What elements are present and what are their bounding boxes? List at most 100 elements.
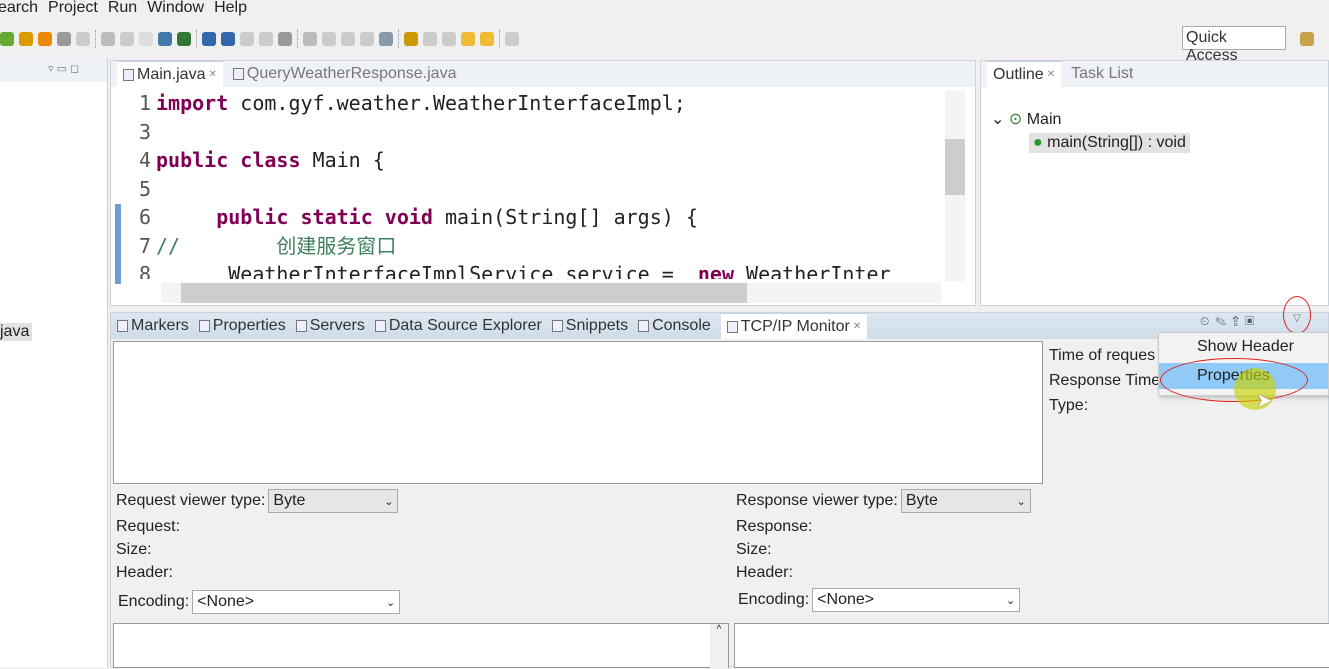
toolbar-button-icon[interactable] bbox=[505, 32, 519, 46]
toolbar-button-icon[interactable] bbox=[404, 32, 418, 46]
tab-snippets[interactable]: Snippets bbox=[551, 317, 628, 335]
toolbar-button-icon[interactable] bbox=[19, 32, 33, 46]
toolbar-button-icon[interactable] bbox=[221, 32, 235, 46]
toolbar-button-icon[interactable] bbox=[303, 32, 317, 46]
view-icon bbox=[295, 320, 307, 332]
java-file-icon bbox=[232, 68, 244, 80]
response-size-label: Size: bbox=[736, 541, 772, 558]
response-encoding-label: Encoding: bbox=[738, 591, 810, 608]
response-viewer-label: Response viewer type: bbox=[736, 492, 898, 509]
toolbar-button-icon[interactable] bbox=[139, 32, 153, 46]
toolbar-button-icon[interactable] bbox=[177, 32, 191, 46]
code-token: public static void bbox=[216, 205, 433, 229]
tab-query-weather-response[interactable]: QueryWeatherResponse.java bbox=[232, 65, 456, 83]
toolbar-button-icon[interactable] bbox=[0, 32, 14, 46]
toolbar-button-icon[interactable] bbox=[57, 32, 71, 46]
call-list[interactable] bbox=[113, 341, 1043, 484]
view-menu-button[interactable]: ▽ bbox=[1283, 296, 1311, 334]
toolbar-separator bbox=[196, 30, 197, 48]
toolbar-button-icon[interactable] bbox=[423, 32, 437, 46]
horizontal-scrollbar[interactable] bbox=[161, 283, 941, 303]
perspective-icon[interactable] bbox=[1300, 32, 1314, 46]
toolbar-button-icon[interactable] bbox=[360, 32, 374, 46]
toolbar-button-icon[interactable] bbox=[76, 32, 90, 46]
outline-class[interactable]: ⌄ ⊙ Main bbox=[991, 109, 1061, 129]
toolbar-button-icon[interactable] bbox=[120, 32, 134, 46]
tree-item[interactable]: java bbox=[0, 323, 33, 341]
request-encoding-label: Encoding: bbox=[118, 593, 190, 610]
toolbar-button-icon[interactable] bbox=[38, 32, 52, 46]
response-label: Response: bbox=[736, 518, 813, 535]
menu-window[interactable]: Window bbox=[147, 0, 204, 18]
vertical-scrollbar[interactable] bbox=[945, 91, 965, 281]
code-token: com.gyf.weather.WeatherInterfaceImpl; bbox=[240, 91, 686, 115]
type-label: Type: bbox=[1049, 397, 1089, 414]
menu-search[interactable]: earch bbox=[0, 0, 38, 18]
tab-properties[interactable]: Properties bbox=[198, 317, 286, 335]
line-number: 5 bbox=[138, 176, 151, 201]
request-viewer-select[interactable]: Byte ⌄ bbox=[268, 489, 399, 513]
toolbar-button-icon[interactable] bbox=[442, 32, 456, 46]
view-icon bbox=[638, 320, 650, 332]
line-number: 4 bbox=[138, 148, 151, 172]
request-label: Request: bbox=[116, 518, 181, 535]
close-icon[interactable]: ✕ bbox=[208, 69, 216, 80]
quick-access-input[interactable]: Quick Access bbox=[1182, 26, 1286, 64]
menu-run[interactable]: Run bbox=[108, 0, 137, 18]
line-number: 3 bbox=[138, 119, 151, 144]
line-number: 1 bbox=[138, 91, 151, 115]
menu-project[interactable]: Project bbox=[48, 0, 98, 18]
menu-help[interactable]: Help bbox=[214, 0, 247, 18]
view-icon bbox=[198, 320, 210, 332]
request-header-label: Header: bbox=[116, 564, 173, 581]
toolbar-button-icon[interactable] bbox=[101, 32, 115, 46]
request-content[interactable]: ^ bbox=[113, 623, 729, 669]
view-icon bbox=[374, 320, 386, 332]
toolbar-button-icon[interactable] bbox=[480, 32, 494, 46]
code-line: 7// 创建服务窗口 bbox=[111, 232, 941, 261]
view-controls[interactable]: ▿ ▭ ◻ bbox=[0, 58, 107, 82]
toolbar-button-icon[interactable] bbox=[240, 32, 254, 46]
monitor-view-actions[interactable]: ⏲✎⇪▣ bbox=[1200, 314, 1260, 329]
toolbar-button-icon[interactable] bbox=[379, 32, 393, 46]
close-icon[interactable]: ✕ bbox=[853, 321, 861, 332]
code-token: Main { bbox=[312, 148, 385, 172]
code-line: 3 bbox=[111, 118, 941, 147]
request-size-label: Size: bbox=[116, 541, 152, 558]
response-viewer-select[interactable]: Byte ⌄ bbox=[900, 489, 1031, 513]
tab-console[interactable]: Console bbox=[638, 317, 711, 335]
tab-task-list[interactable]: Task List bbox=[1071, 65, 1133, 83]
toolbar-button-icon[interactable] bbox=[259, 32, 273, 46]
toolbar-button-icon[interactable] bbox=[341, 32, 355, 46]
menu-bar: earch Project Run Window Help bbox=[0, 0, 247, 18]
toolbar-button-icon[interactable] bbox=[202, 32, 216, 46]
toolbar-separator bbox=[398, 30, 399, 48]
toolbar-separator bbox=[499, 30, 500, 48]
response-header-label: Header: bbox=[736, 564, 793, 581]
tab-tcp-ip-monitor[interactable]: TCP/IP Monitor ✕ bbox=[720, 313, 868, 339]
tab-data-source-explorer[interactable]: Data Source Explorer bbox=[374, 317, 542, 335]
mouse-cursor-icon: ➤ bbox=[1256, 390, 1273, 412]
tab-main-java[interactable]: Main.java ✕ bbox=[117, 61, 223, 87]
class-icon: ⊙ bbox=[1008, 111, 1023, 128]
code-token: // 创建服务窗口 bbox=[156, 233, 397, 258]
request-encoding-select[interactable]: <None> ⌄ bbox=[192, 590, 401, 614]
tab-servers[interactable]: Servers bbox=[295, 317, 365, 335]
toolbar-button-icon[interactable] bbox=[278, 32, 292, 46]
response-encoding-select[interactable]: <None> ⌄ bbox=[812, 588, 1021, 612]
code-editor[interactable]: 1 import com.gyf.weather.WeatherInterface… bbox=[111, 89, 941, 279]
toolbar-button-icon[interactable] bbox=[322, 32, 336, 46]
outline-method[interactable]: ● main(String[]) : void bbox=[1029, 133, 1190, 153]
response-content[interactable] bbox=[734, 623, 1329, 668]
tab-outline[interactable]: Outline ✕ bbox=[987, 61, 1062, 87]
response-time-label: Response Time bbox=[1049, 372, 1161, 389]
toolbar-button-icon[interactable] bbox=[158, 32, 172, 46]
tab-markers[interactable]: Markers bbox=[117, 317, 189, 335]
method-icon: ● bbox=[1033, 134, 1043, 151]
toolbar-button-icon[interactable] bbox=[461, 32, 475, 46]
code-token: main(String[] args) { bbox=[445, 205, 698, 229]
code-line: 1 import com.gyf.weather.WeatherInterface… bbox=[111, 89, 941, 118]
java-file-icon bbox=[123, 68, 134, 81]
code-line: 5 bbox=[111, 175, 941, 204]
toolbar-separator bbox=[297, 30, 298, 48]
